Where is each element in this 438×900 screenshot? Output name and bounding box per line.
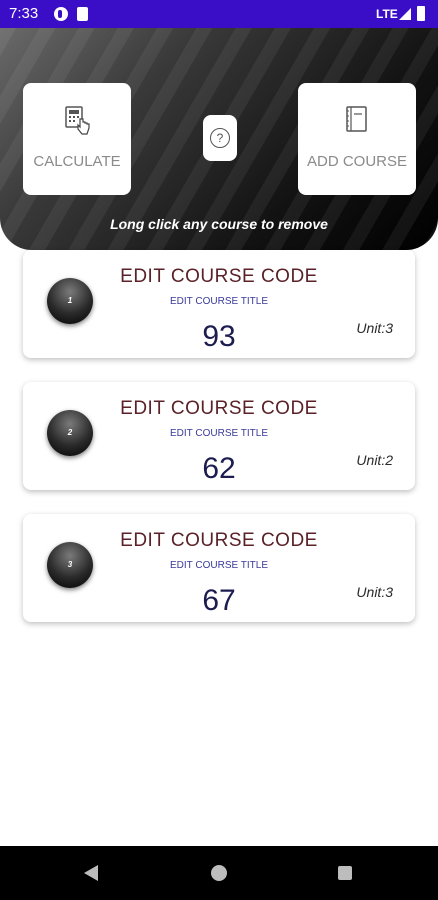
- signal-icon: [399, 8, 411, 20]
- course-title[interactable]: EDIT COURSE TITLE: [23, 560, 415, 571]
- home-icon[interactable]: [211, 865, 227, 881]
- course-card[interactable]: 3 EDIT COURSE CODE EDIT COURSE TITLE 67 …: [23, 514, 415, 622]
- course-unit[interactable]: Unit:3: [356, 584, 393, 600]
- course-unit[interactable]: Unit:3: [356, 320, 393, 336]
- remove-hint: Long click any course to remove: [110, 216, 328, 232]
- battery-icon: [417, 6, 425, 21]
- sd-card-icon: [77, 7, 88, 21]
- course-title[interactable]: EDIT COURSE TITLE: [23, 296, 415, 307]
- help-button[interactable]: ?: [203, 115, 237, 161]
- navigation-bar: [0, 846, 438, 900]
- recents-icon[interactable]: [338, 866, 352, 880]
- course-code[interactable]: EDIT COURSE CODE: [23, 530, 415, 552]
- back-icon[interactable]: [84, 865, 98, 881]
- add-course-label: ADD COURSE: [306, 153, 407, 170]
- calculate-label: CALCULATE: [33, 153, 121, 170]
- course-code[interactable]: EDIT COURSE CODE: [23, 266, 415, 288]
- network-type: LTE: [376, 7, 398, 21]
- calculator-icon: [65, 106, 90, 135]
- course-card[interactable]: 1 EDIT COURSE CODE EDIT COURSE TITLE 93 …: [23, 250, 415, 358]
- notification-icon: [54, 7, 68, 21]
- course-card[interactable]: 2 EDIT COURSE CODE EDIT COURSE TITLE 62 …: [23, 382, 415, 490]
- course-title[interactable]: EDIT COURSE TITLE: [23, 428, 415, 439]
- course-code[interactable]: EDIT COURSE CODE: [23, 398, 415, 420]
- status-bar: 7:33 LTE: [0, 0, 438, 28]
- calculate-button[interactable]: CALCULATE: [23, 83, 131, 195]
- book-icon: [346, 106, 367, 132]
- question-icon: ?: [210, 128, 230, 148]
- status-time: 7:33: [9, 5, 39, 22]
- header-panel: CALCULATE ? ADD COURSE Long click any co…: [0, 28, 438, 250]
- add-course-button[interactable]: ADD COURSE: [298, 83, 416, 195]
- course-unit[interactable]: Unit:2: [356, 452, 393, 468]
